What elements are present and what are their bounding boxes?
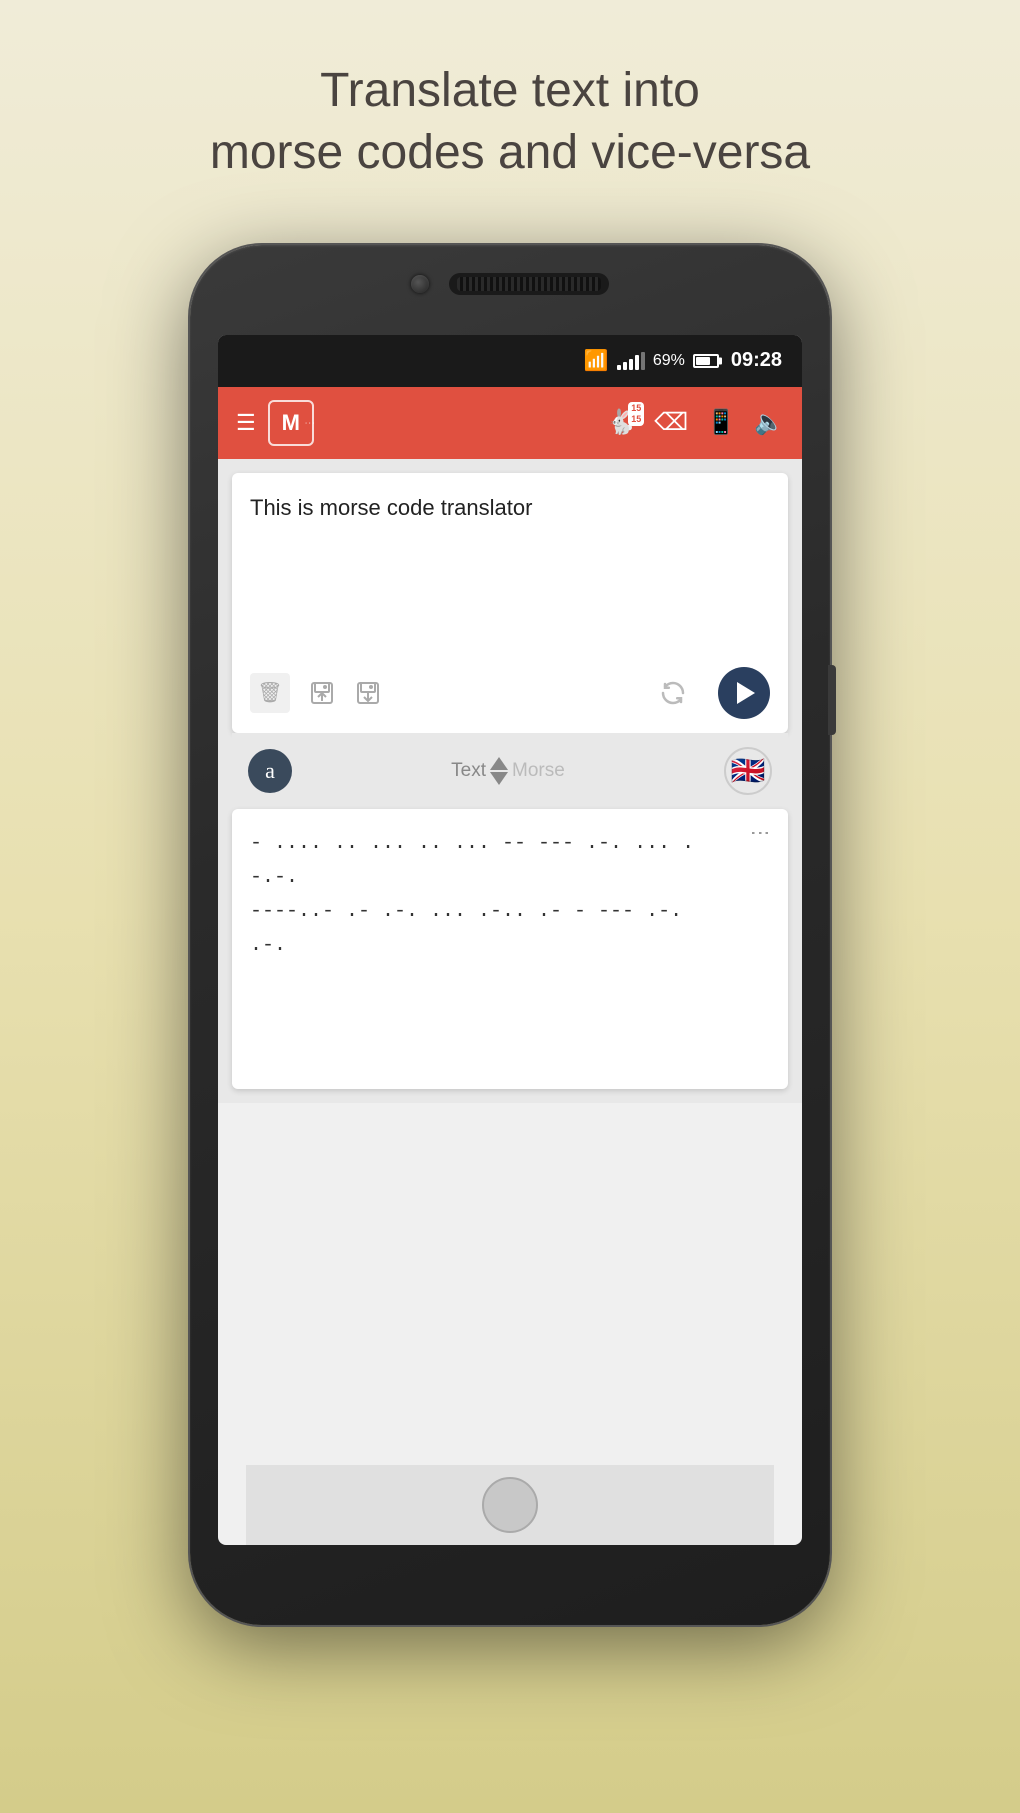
- phone-device: 📶 69% 09:28: [190, 245, 830, 1625]
- swap-arrows-icon: [490, 757, 508, 785]
- morse-mode-label: Morse: [512, 760, 565, 782]
- logo-morse-dots: ···: [305, 418, 316, 427]
- app-logo-letter: M: [282, 410, 300, 436]
- delete-button[interactable]: 🗑: [250, 673, 290, 713]
- arrow-up-icon: [490, 757, 508, 770]
- home-button[interactable]: [482, 1477, 538, 1533]
- volume-icon-wrap[interactable]: 🔈: [754, 408, 784, 437]
- phone-home-area: [246, 1465, 774, 1545]
- input-card: This is morse code translator 🗑: [232, 473, 788, 733]
- notification-badge: 15 15: [628, 402, 644, 426]
- refresh-icon: [656, 676, 690, 710]
- page-headline: Translate text into morse codes and vice…: [210, 60, 810, 185]
- phone-top-bar: [360, 273, 660, 295]
- status-time: 09:28: [731, 349, 782, 372]
- usb-icon: ⌫: [654, 408, 688, 437]
- vibrate-icon: 📱: [706, 408, 736, 437]
- wifi-icon: 📶: [584, 348, 609, 373]
- arrow-down-icon: [490, 772, 508, 785]
- app-toolbar: ☰ M ··· 🐇 15 15 ⌫: [218, 387, 802, 459]
- morse-line-2: ----..- .- .-. ... .-.. .- - --- .-.: [250, 895, 746, 929]
- hamburger-menu-icon[interactable]: ☰: [236, 412, 254, 434]
- battery-body: [693, 354, 719, 368]
- signal-bar-3: [629, 359, 633, 370]
- battery-fill: [696, 357, 710, 365]
- front-camera: [411, 275, 429, 293]
- text-mode-avatar[interactable]: a: [248, 749, 292, 793]
- refresh-button[interactable]: [656, 676, 690, 710]
- battery-icon: [693, 354, 719, 368]
- language-flag-button[interactable]: 🇬🇧: [724, 747, 772, 795]
- play-icon: [737, 682, 755, 704]
- mode-switcher[interactable]: Text Morse: [292, 757, 724, 785]
- morse-line-3: .-.: [250, 929, 746, 963]
- input-text-display[interactable]: This is morse code translator: [250, 491, 770, 651]
- mode-selector-row: a Text Morse 🇬🇧: [232, 733, 788, 809]
- headline-line2: morse codes and vice-versa: [210, 122, 810, 184]
- headline-line1: Translate text into: [210, 60, 810, 122]
- delete-icon: 🗑: [257, 680, 282, 705]
- text-mode-label: Text: [451, 760, 486, 782]
- play-button[interactable]: [718, 667, 770, 719]
- save-up-icon: [308, 679, 336, 707]
- output-card: ⋮ - .... .. ... .. ... -- --- .-. ... . …: [232, 809, 788, 1089]
- usb-icon-wrap[interactable]: ⌫: [654, 408, 688, 437]
- save-down-icon: [354, 679, 382, 707]
- signal-bar-2: [623, 362, 627, 370]
- vibrate-icon-wrap[interactable]: 📱: [706, 408, 736, 437]
- output-menu-dots[interactable]: ⋮: [748, 823, 772, 841]
- input-action-bar: 🗑: [250, 667, 770, 719]
- status-bar: 📶 69% 09:28: [218, 335, 802, 387]
- morse-line-1: - .... .. ... .. ... -- --- .-. ... . -.…: [250, 827, 746, 895]
- notification-icon-wrap[interactable]: 🐇 15 15: [606, 408, 636, 437]
- earpiece-speaker: [449, 273, 609, 295]
- screen-content: This is morse code translator 🗑: [218, 459, 802, 1103]
- signal-bar-5: [641, 352, 645, 370]
- signal-icon: [617, 352, 645, 370]
- save-upload-button[interactable]: [308, 679, 336, 707]
- phone-screen: 📶 69% 09:28: [218, 335, 802, 1545]
- status-icons: 📶 69% 09:28: [584, 348, 782, 373]
- save-download-button[interactable]: [354, 679, 382, 707]
- signal-bar-4: [635, 355, 639, 370]
- signal-bar-1: [617, 365, 621, 370]
- battery-percentage: 69%: [653, 352, 685, 370]
- volume-icon: 🔈: [754, 408, 784, 437]
- power-button: [828, 665, 836, 735]
- morse-output-text: - .... .. ... .. ... -- --- .-. ... . -.…: [250, 827, 770, 963]
- app-logo: M ···: [268, 400, 314, 446]
- toolbar-action-icons: 🐇 15 15 ⌫ 📱 🔈: [606, 408, 784, 437]
